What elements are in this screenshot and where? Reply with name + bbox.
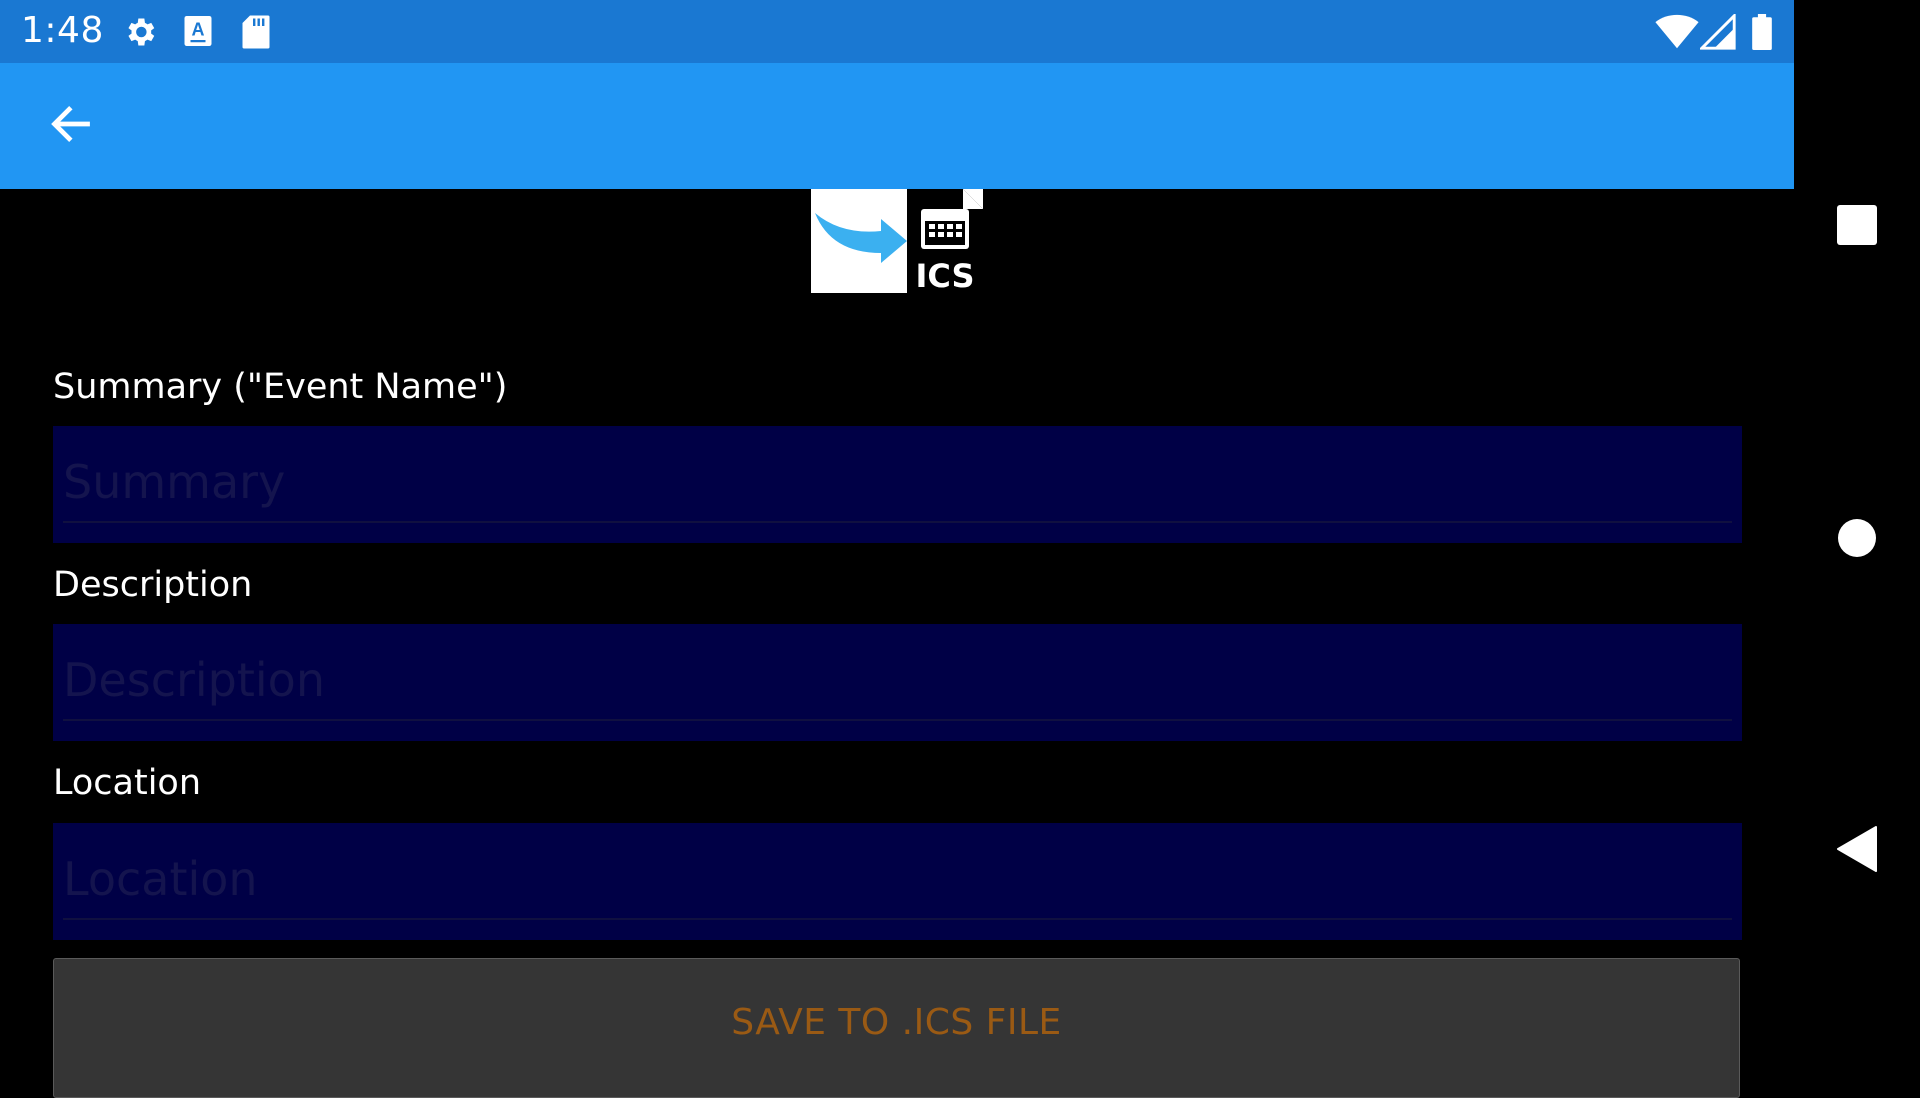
home-button[interactable] <box>1827 510 1887 570</box>
nav-back-button[interactable] <box>1827 821 1887 881</box>
main-content: ICS Summary ("Event Name") Description L… <box>0 189 1794 1098</box>
summary-label: Summary ("Event Name") <box>53 367 508 407</box>
summary-underline <box>63 521 1732 523</box>
system-nav-bar <box>1794 0 1920 1080</box>
location-input[interactable] <box>63 849 1723 909</box>
back-triangle-icon <box>1836 825 1878 877</box>
summary-input[interactable] <box>63 452 1723 512</box>
status-bar: 1:48 A <box>0 0 1794 63</box>
location-field[interactable] <box>53 823 1742 940</box>
battery-icon <box>1751 14 1773 55</box>
gear-icon <box>122 14 158 55</box>
back-button[interactable] <box>38 96 104 156</box>
description-field[interactable] <box>53 624 1742 741</box>
description-underline <box>63 719 1732 721</box>
location-label: Location <box>53 763 202 803</box>
sd-card-icon <box>241 14 271 55</box>
signal-icon <box>1698 12 1736 55</box>
recents-button[interactable] <box>1827 197 1887 257</box>
home-circle-icon <box>1837 518 1877 563</box>
description-input[interactable] <box>63 650 1723 710</box>
wifi-icon <box>1655 14 1699 55</box>
logo-text: ICS <box>915 257 974 293</box>
location-underline <box>63 918 1732 920</box>
description-label: Description <box>53 565 253 605</box>
status-time: 1:48 <box>21 10 104 51</box>
save-to-ics-button[interactable]: SAVE TO .ICS FILE <box>53 958 1740 1098</box>
ics-logo: ICS <box>811 189 983 295</box>
summary-field[interactable] <box>53 426 1742 543</box>
app-toolbar <box>0 63 1794 189</box>
keyboard-a-icon: A <box>183 14 213 53</box>
svg-text:A: A <box>192 20 205 40</box>
arrow-left-icon <box>48 102 94 151</box>
recents-square-icon <box>1837 204 1877 250</box>
